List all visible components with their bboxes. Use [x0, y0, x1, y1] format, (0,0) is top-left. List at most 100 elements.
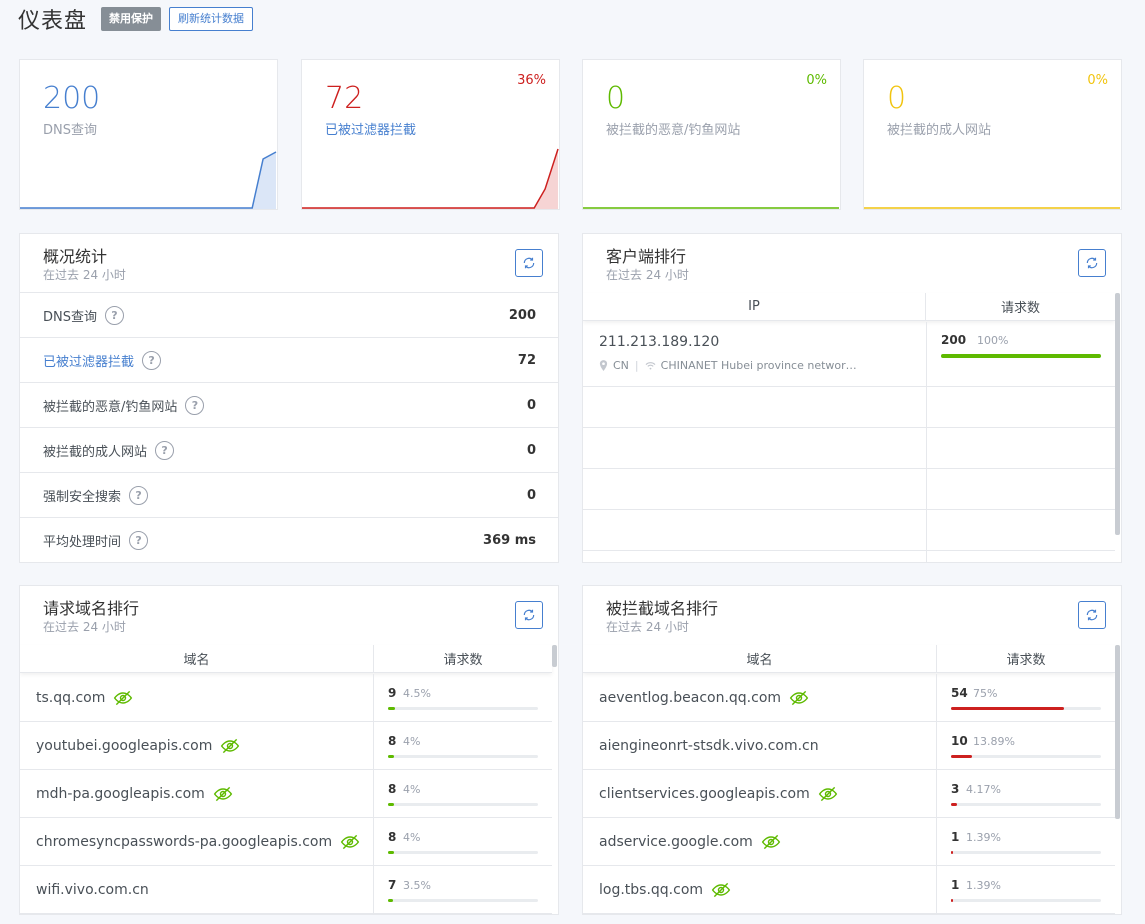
column-header-requests[interactable]: 请求数 — [937, 645, 1115, 672]
progress-track — [951, 851, 1101, 854]
domain-cell: aiengineonrt-stsdk.vivo.com.cn — [583, 722, 937, 769]
overview-label: DNS查询 — [43, 309, 97, 325]
wifi-icon — [645, 362, 656, 370]
table-row[interactable]: adservice.google.com 1 1.39% — [583, 818, 1115, 866]
domain-name[interactable]: clientservices.googleapis.com — [599, 786, 810, 802]
panel-subtitle: 在过去 24 小时 — [43, 620, 126, 634]
eye-slash-icon[interactable] — [340, 834, 360, 850]
table-row[interactable]: wifi.vivo.com.cn 7 3.5% — [20, 866, 552, 914]
request-count: 54 — [951, 686, 968, 700]
overview-label: 平均处理时间 — [43, 535, 122, 550]
table-row[interactable]: ts.qq.com 9 4.5% — [20, 674, 552, 722]
stat-value: 200 — [43, 81, 101, 116]
refresh-button[interactable] — [1078, 249, 1106, 277]
domain-cell: aeventlog.beacon.qq.com — [583, 674, 937, 721]
stat-sparkline — [20, 151, 277, 209]
overview-panel: 概况统计 在过去 24 小时 DNS查询 ? 200 已被过滤器拦截 ? 72 … — [19, 233, 559, 563]
domain-name[interactable]: adservice.google.com — [599, 834, 753, 850]
overview-row-adult: 被拦截的成人网站 ? 0 — [20, 428, 558, 473]
stat-card-dns-queries: 200 DNS查询 — [19, 59, 278, 210]
stat-value: 0 — [887, 81, 907, 116]
request-percent: 13.89% — [973, 735, 1015, 748]
table-row[interactable]: youtubei.googleapis.com 8 4% — [20, 722, 552, 770]
domain-name[interactable]: log.tbs.qq.com — [599, 882, 703, 898]
request-count: 7 — [388, 878, 397, 892]
scrollbar[interactable] — [1115, 645, 1120, 819]
domain-name[interactable]: chromesyncpasswords-pa.googleapis.com — [36, 834, 332, 850]
top-clients-panel: 客户端排行 在过去 24 小时 IP 请求数 211.213.189.120 C… — [582, 233, 1122, 563]
refresh-button[interactable] — [1078, 601, 1106, 629]
table-header: IP 请求数 — [583, 293, 1115, 321]
refresh-button[interactable] — [515, 249, 543, 277]
client-bar-fill — [941, 354, 1101, 358]
top-queried-domains-panel: 请求域名排行 在过去 24 小时 域名 请求数 ts.qq.com 9 4.5% yo… — [19, 585, 559, 915]
domain-name[interactable]: wifi.vivo.com.cn — [36, 882, 149, 898]
column-header-requests[interactable]: 请求数 — [926, 293, 1115, 320]
panel-title: 请求域名排行 — [43, 599, 140, 618]
help-icon[interactable]: ? — [185, 395, 205, 415]
table-row[interactable]: clientservices.googleapis.com 3 4.17% — [583, 770, 1115, 818]
column-header-domain[interactable]: 域名 — [20, 645, 374, 672]
request-percent: 4.5% — [403, 687, 431, 700]
eye-slash-icon[interactable] — [113, 690, 133, 706]
eye-slash-icon[interactable] — [761, 834, 781, 850]
panel-title: 被拦截域名排行 — [606, 599, 719, 618]
refresh-icon — [523, 257, 535, 269]
eye-slash-icon[interactable] — [789, 690, 809, 706]
table-row[interactable]: log.tbs.qq.com 1 1.39% — [583, 866, 1115, 914]
refresh-stats-button[interactable]: 刷新统计数据 — [169, 7, 254, 31]
disable-protection-button[interactable]: 禁用保护 — [101, 7, 162, 31]
stat-card-blocked-filters: 72 已被过滤器拦截 36% — [301, 59, 560, 210]
stat-value: 72 — [325, 81, 364, 116]
help-icon[interactable]: ? — [129, 485, 149, 505]
refresh-button[interactable] — [515, 601, 543, 629]
request-percent: 4.17% — [966, 783, 1001, 796]
domain-name[interactable]: youtubei.googleapis.com — [36, 738, 212, 754]
panel-subtitle: 在过去 24 小时 — [606, 620, 689, 634]
client-meta: CN | CHINANET Hubei province networ… — [599, 359, 857, 372]
eye-slash-icon[interactable] — [818, 786, 838, 802]
overview-label-link[interactable]: 已被过滤器拦截 — [43, 351, 134, 370]
domain-name[interactable]: aiengineonrt-stsdk.vivo.com.cn — [599, 738, 819, 754]
table-row[interactable]: chromesyncpasswords-pa.googleapis.com 8 4% — [20, 818, 552, 866]
stat-card-adult-sites: 0 被拦截的成人网站 0% — [863, 59, 1122, 210]
scrollbar[interactable] — [552, 645, 557, 667]
domain-cell: mdh-pa.googleapis.com — [20, 770, 374, 817]
request-count: 8 — [388, 782, 397, 796]
request-count: 10 — [951, 734, 968, 748]
stat-label: 被拦截的恶意/钓鱼网站 — [606, 123, 741, 138]
domain-name[interactable]: aeventlog.beacon.qq.com — [599, 690, 781, 706]
help-icon[interactable]: ? — [155, 440, 175, 460]
stat-label: 已被过滤器拦截 — [325, 123, 417, 138]
progress-track — [388, 707, 538, 710]
domain-name[interactable]: ts.qq.com — [36, 690, 105, 706]
domain-name[interactable]: mdh-pa.googleapis.com — [36, 786, 205, 802]
panel-title: 客户端排行 — [606, 247, 687, 266]
eye-slash-icon[interactable] — [711, 882, 731, 898]
eye-slash-icon[interactable] — [213, 786, 233, 802]
progress-fill — [951, 851, 954, 854]
eye-slash-icon[interactable] — [220, 738, 240, 754]
help-icon[interactable]: ? — [129, 531, 149, 550]
overview-value: 0 — [526, 442, 536, 458]
help-icon[interactable]: ? — [142, 350, 162, 370]
help-icon[interactable]: ? — [105, 305, 124, 325]
table-row[interactable]: aiengineonrt-stsdk.vivo.com.cn 10 13.89% — [583, 722, 1115, 770]
request-percent: 4% — [403, 783, 421, 796]
client-ip[interactable]: 211.213.189.120 — [599, 334, 719, 350]
column-header-domain[interactable]: 域名 — [583, 645, 937, 672]
progress-track — [951, 899, 1101, 902]
stat-percent: 0% — [1087, 73, 1108, 88]
stat-sparkline — [864, 207, 1121, 209]
meta-separator: | — [634, 359, 639, 372]
panel-title: 概况统计 — [43, 247, 108, 266]
client-country: CN — [613, 359, 629, 372]
column-header-requests[interactable]: 请求数 — [374, 645, 552, 672]
column-header-ip[interactable]: IP — [583, 293, 926, 320]
table-row[interactable]: mdh-pa.googleapis.com 8 4% — [20, 770, 552, 818]
row-divider — [583, 468, 1115, 469]
scrollbar[interactable] — [1115, 293, 1120, 535]
table-row[interactable]: aeventlog.beacon.qq.com 54 75% — [583, 674, 1115, 722]
overview-row-avg-time: 平均处理时间 ? 369 ms — [20, 518, 558, 562]
progress-track — [388, 755, 538, 758]
